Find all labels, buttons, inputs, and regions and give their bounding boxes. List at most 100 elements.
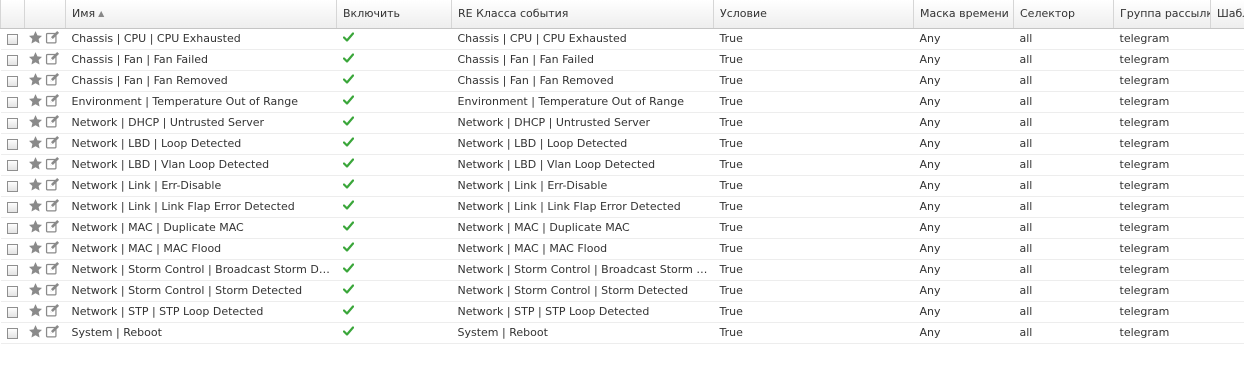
cell-name[interactable]: Network | Link | Err-Disable: [65, 175, 337, 197]
table-row[interactable]: Chassis | Fan | Fan Failed Chassis | Fan …: [0, 49, 1244, 71]
edit-icon[interactable]: [45, 30, 60, 48]
row-checkbox[interactable]: [6, 33, 18, 45]
star-icon[interactable]: [28, 93, 43, 111]
column-header-selector[interactable]: Селектор: [1013, 0, 1114, 29]
table-row[interactable]: Network | Storm Control | Storm Detected…: [0, 280, 1244, 302]
cell-name[interactable]: Network | Link | Link Flap Error Detecte…: [65, 196, 337, 218]
row-select-cell: [0, 175, 25, 197]
cell-enabled: [336, 28, 452, 50]
star-icon[interactable]: [28, 177, 43, 195]
row-select-cell: [0, 301, 25, 323]
star-icon[interactable]: [28, 72, 43, 90]
cell-name[interactable]: Chassis | Fan | Fan Removed: [65, 70, 337, 92]
edit-icon[interactable]: [45, 324, 60, 342]
cell-name[interactable]: Network | Storm Control | Broadcast Stor…: [65, 259, 337, 281]
star-icon[interactable]: [28, 282, 43, 300]
table-row[interactable]: Network | Storm Control | Broadcast Stor…: [0, 259, 1244, 281]
column-header-condition[interactable]: Условие: [713, 0, 914, 29]
cell-name[interactable]: Network | Storm Control | Storm Detected: [65, 280, 337, 302]
row-checkbox[interactable]: [6, 285, 18, 297]
cell-re-event-class: Network | Storm Control | Broadcast Stor…: [451, 259, 714, 281]
cell-name[interactable]: Network | LBD | Loop Detected: [65, 133, 337, 155]
column-header-template[interactable]: Шабл: [1210, 0, 1244, 29]
row-checkbox[interactable]: [6, 243, 18, 255]
star-icon[interactable]: [28, 156, 43, 174]
edit-icon[interactable]: [45, 282, 60, 300]
row-checkbox[interactable]: [6, 264, 18, 276]
star-icon[interactable]: [28, 219, 43, 237]
cell-name[interactable]: Environment | Temperature Out of Range: [65, 91, 337, 113]
column-header-re-event-class[interactable]: RE Класса события: [451, 0, 714, 29]
row-select-cell: [0, 217, 25, 239]
column-header-time-mask[interactable]: Маска времени: [913, 0, 1014, 29]
column-header-name[interactable]: Имя ▲: [65, 0, 337, 29]
cell-re-event-class: Chassis | Fan | Fan Failed: [451, 49, 714, 71]
table-row[interactable]: Network | Link | Link Flap Error Detecte…: [0, 196, 1244, 218]
edit-icon[interactable]: [45, 261, 60, 279]
edit-icon[interactable]: [45, 51, 60, 69]
row-checkbox[interactable]: [6, 159, 18, 171]
row-checkbox[interactable]: [6, 54, 18, 66]
row-checkbox[interactable]: [6, 306, 18, 318]
column-header-enable[interactable]: Включить: [336, 0, 452, 29]
star-icon[interactable]: [28, 303, 43, 321]
cell-name[interactable]: Network | MAC | MAC Flood: [65, 238, 337, 260]
table-row[interactable]: Network | LBD | Loop Detected Network | L…: [0, 133, 1244, 155]
cell-name[interactable]: System | Reboot: [65, 322, 337, 344]
table-row[interactable]: Network | MAC | Duplicate MAC Network | M…: [0, 217, 1244, 239]
star-icon[interactable]: [28, 261, 43, 279]
row-checkbox[interactable]: [6, 180, 18, 192]
table-row[interactable]: Chassis | CPU | CPU Exhausted Chassis | C…: [0, 28, 1244, 50]
edit-icon[interactable]: [45, 135, 60, 153]
row-checkbox[interactable]: [6, 222, 18, 234]
row-select-cell: [0, 70, 25, 92]
cell-template: [1210, 280, 1244, 302]
table-row[interactable]: Network | STP | STP Loop Detected Network…: [0, 301, 1244, 323]
cell-name[interactable]: Network | DHCP | Untrusted Server: [65, 112, 337, 134]
cell-notification-group: telegram: [1113, 28, 1211, 50]
table-row[interactable]: Network | LBD | Vlan Loop Detected Networ…: [0, 154, 1244, 176]
row-checkbox[interactable]: [6, 96, 18, 108]
edit-icon[interactable]: [45, 240, 60, 258]
table-row[interactable]: Environment | Temperature Out of Range En…: [0, 91, 1244, 113]
row-checkbox[interactable]: [6, 117, 18, 129]
cell-re-event-class: Network | MAC | Duplicate MAC: [451, 217, 714, 239]
cell-re-event-class: Network | DHCP | Untrusted Server: [451, 112, 714, 134]
edit-icon[interactable]: [45, 114, 60, 132]
column-header-notification-group[interactable]: Группа рассылки: [1113, 0, 1211, 29]
star-icon[interactable]: [28, 240, 43, 258]
edit-icon[interactable]: [45, 303, 60, 321]
star-icon[interactable]: [28, 135, 43, 153]
star-icon[interactable]: [28, 198, 43, 216]
edit-icon[interactable]: [45, 156, 60, 174]
edit-icon[interactable]: [45, 93, 60, 111]
star-icon[interactable]: [28, 114, 43, 132]
row-checkbox[interactable]: [6, 138, 18, 150]
table-row[interactable]: Chassis | Fan | Fan Removed Chassis | Fan…: [0, 70, 1244, 92]
cell-template: [1210, 133, 1244, 155]
cell-selector: all: [1013, 49, 1114, 71]
cell-name[interactable]: Chassis | Fan | Fan Failed: [65, 49, 337, 71]
star-icon[interactable]: [28, 51, 43, 69]
table-row[interactable]: Network | Link | Err-Disable Network | Li…: [0, 175, 1244, 197]
table-row[interactable]: Network | MAC | MAC Flood Network | MAC |…: [0, 238, 1244, 260]
cell-time-mask: Any: [913, 49, 1014, 71]
cell-name[interactable]: Chassis | CPU | CPU Exhausted: [65, 28, 337, 50]
edit-icon[interactable]: [45, 219, 60, 237]
cell-name[interactable]: Network | LBD | Vlan Loop Detected: [65, 154, 337, 176]
row-actions-cell: [24, 196, 66, 218]
row-checkbox[interactable]: [6, 201, 18, 213]
row-checkbox[interactable]: [6, 327, 18, 339]
cell-name[interactable]: Network | MAC | Duplicate MAC: [65, 217, 337, 239]
edit-icon[interactable]: [45, 177, 60, 195]
star-icon[interactable]: [28, 324, 43, 342]
select-all-header[interactable]: [0, 0, 25, 29]
row-checkbox[interactable]: [6, 75, 18, 87]
cell-name[interactable]: Network | STP | STP Loop Detected: [65, 301, 337, 323]
edit-icon[interactable]: [45, 198, 60, 216]
row-actions-cell: [24, 175, 66, 197]
star-icon[interactable]: [28, 30, 43, 48]
edit-icon[interactable]: [45, 72, 60, 90]
table-row[interactable]: Network | DHCP | Untrusted Server Network…: [0, 112, 1244, 134]
table-row[interactable]: System | Reboot System | Reboot True Any all…: [0, 322, 1244, 344]
